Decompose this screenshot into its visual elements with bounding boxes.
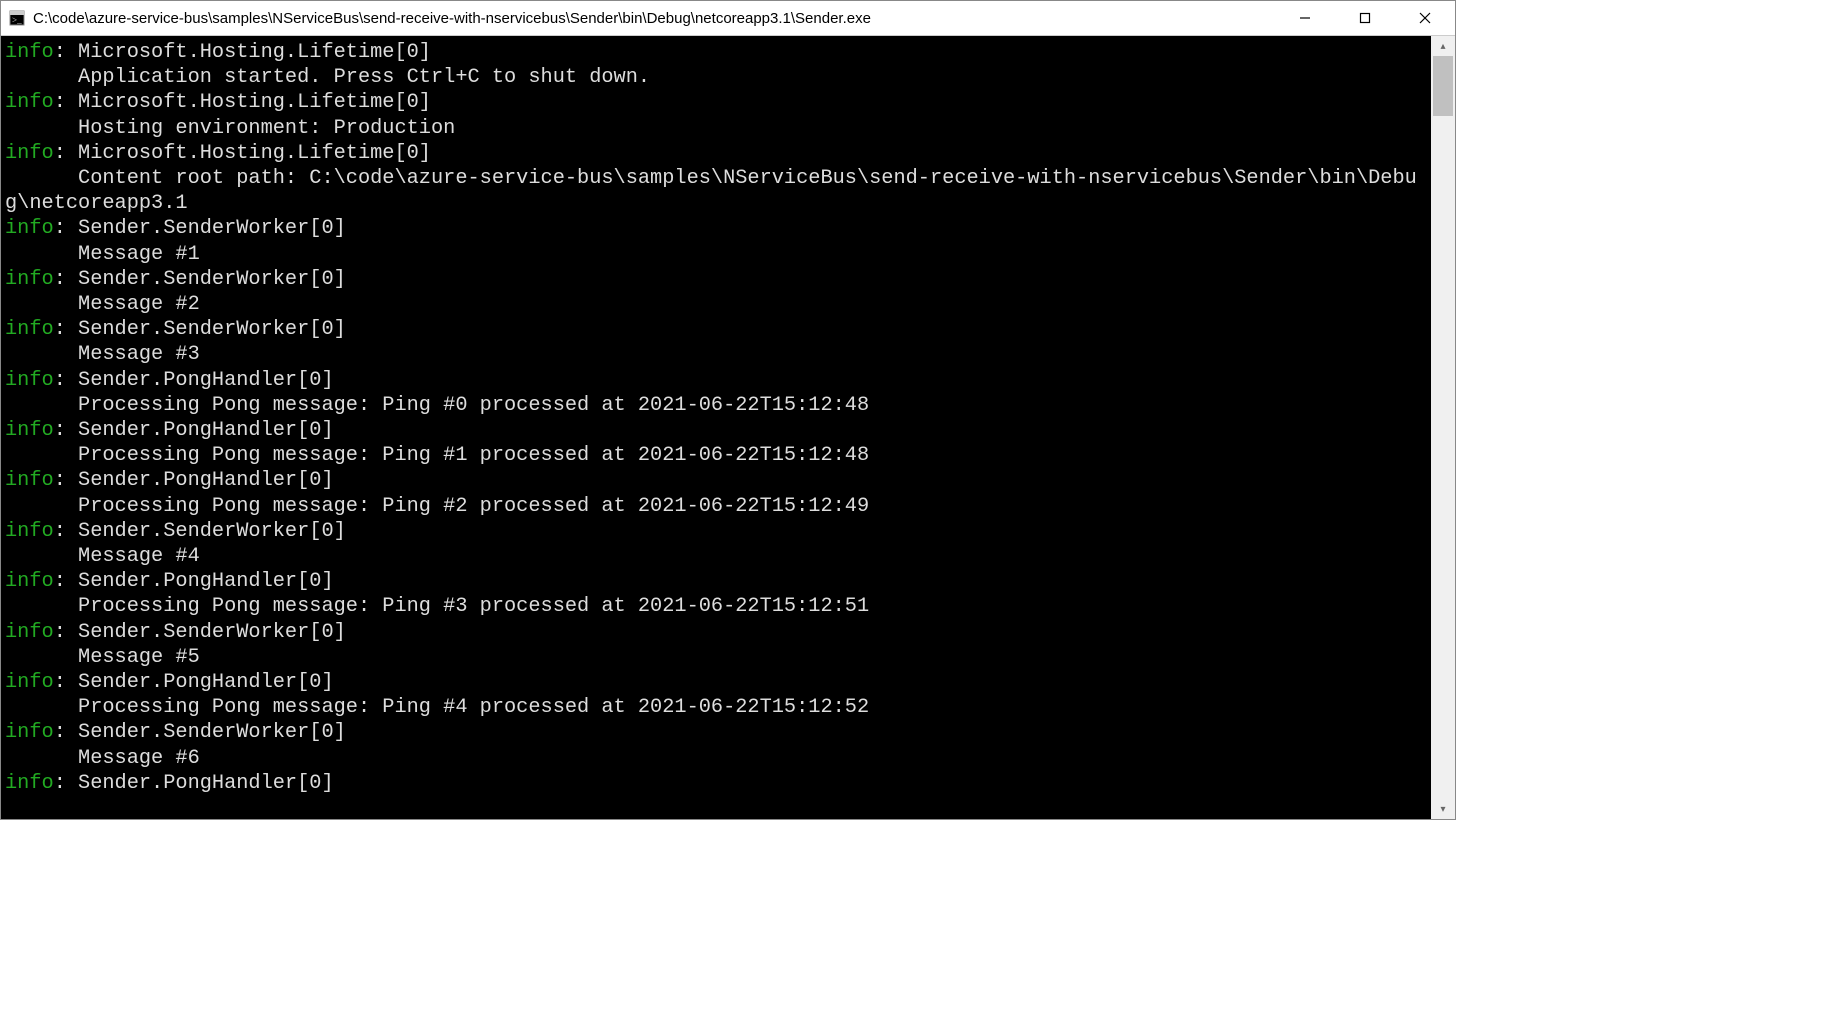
scroll-down-button[interactable]: ▾ <box>1431 799 1455 819</box>
log-line: info: Sender.SenderWorker[0] <box>5 317 1427 342</box>
scroll-up-button[interactable]: ▴ <box>1431 36 1455 56</box>
log-level: info <box>5 721 54 744</box>
close-icon <box>1419 12 1431 24</box>
close-button[interactable] <box>1395 1 1455 35</box>
log-line: info: Sender.PongHandler[0] <box>5 368 1427 393</box>
chevron-down-icon: ▾ <box>1440 804 1445 815</box>
log-source: : Sender.PongHandler[0] <box>54 419 334 442</box>
svg-text:>_: >_ <box>12 15 22 25</box>
log-source: : Sender.SenderWorker[0] <box>54 520 346 543</box>
log-level: info <box>5 91 54 114</box>
log-body: Hosting environment: Production <box>5 116 1427 141</box>
log-line: info: Sender.PongHandler[0] <box>5 569 1427 594</box>
log-level: info <box>5 41 54 64</box>
console-window: >_ C:\code\azure-service-bus\samples\NSe… <box>0 0 1456 820</box>
titlebar[interactable]: >_ C:\code\azure-service-bus\samples\NSe… <box>1 1 1455 36</box>
log-source: : Sender.PongHandler[0] <box>54 369 334 392</box>
log-source: : Sender.SenderWorker[0] <box>54 268 346 291</box>
chevron-up-icon: ▴ <box>1440 41 1445 52</box>
log-source: : Microsoft.Hosting.Lifetime[0] <box>54 91 431 114</box>
minimize-button[interactable] <box>1275 1 1335 35</box>
log-line: info: Microsoft.Hosting.Lifetime[0] <box>5 40 1427 65</box>
log-source: : Microsoft.Hosting.Lifetime[0] <box>54 142 431 165</box>
log-level: info <box>5 217 54 240</box>
vertical-scrollbar[interactable]: ▴ ▾ <box>1431 36 1455 819</box>
scroll-thumb[interactable] <box>1433 56 1453 116</box>
log-body: Processing Pong message: Ping #2 process… <box>5 494 1427 519</box>
log-line: info: Sender.SenderWorker[0] <box>5 620 1427 645</box>
minimize-icon <box>1299 12 1311 24</box>
log-level: info <box>5 772 54 795</box>
maximize-icon <box>1359 12 1371 24</box>
log-line: info: Sender.PongHandler[0] <box>5 418 1427 443</box>
log-body: Message #4 <box>5 544 1427 569</box>
log-body: Processing Pong message: Ping #3 process… <box>5 594 1427 619</box>
log-line: info: Sender.PongHandler[0] <box>5 771 1427 796</box>
log-source: : Sender.PongHandler[0] <box>54 772 334 795</box>
log-body: Processing Pong message: Ping #1 process… <box>5 443 1427 468</box>
log-body: Content root path: C:\code\azure-service… <box>5 166 1427 216</box>
log-level: info <box>5 520 54 543</box>
log-line: info: Sender.SenderWorker[0] <box>5 720 1427 745</box>
log-body: Processing Pong message: Ping #0 process… <box>5 393 1427 418</box>
log-level: info <box>5 419 54 442</box>
log-source: : Sender.PongHandler[0] <box>54 570 334 593</box>
log-body: Message #2 <box>5 292 1427 317</box>
log-body: Message #6 <box>5 746 1427 771</box>
log-level: info <box>5 369 54 392</box>
app-icon: >_ <box>9 10 25 26</box>
log-level: info <box>5 469 54 492</box>
log-source: : Sender.PongHandler[0] <box>54 469 334 492</box>
log-level: info <box>5 671 54 694</box>
log-line: info: Sender.SenderWorker[0] <box>5 216 1427 241</box>
log-body: Message #3 <box>5 342 1427 367</box>
log-line: info: Sender.PongHandler[0] <box>5 670 1427 695</box>
log-line: info: Sender.SenderWorker[0] <box>5 267 1427 292</box>
scroll-track[interactable] <box>1431 56 1455 799</box>
log-line: info: Microsoft.Hosting.Lifetime[0] <box>5 141 1427 166</box>
log-level: info <box>5 268 54 291</box>
log-source: : Sender.SenderWorker[0] <box>54 318 346 341</box>
console-client-area: info: Microsoft.Hosting.Lifetime[0] Appl… <box>1 36 1455 819</box>
log-source: : Microsoft.Hosting.Lifetime[0] <box>54 41 431 64</box>
log-level: info <box>5 318 54 341</box>
log-line: info: Sender.PongHandler[0] <box>5 468 1427 493</box>
log-level: info <box>5 142 54 165</box>
log-source: : Sender.PongHandler[0] <box>54 671 334 694</box>
window-controls <box>1275 1 1455 35</box>
log-line: info: Sender.SenderWorker[0] <box>5 519 1427 544</box>
log-body: Application started. Press Ctrl+C to shu… <box>5 65 1427 90</box>
log-line: info: Microsoft.Hosting.Lifetime[0] <box>5 90 1427 115</box>
log-level: info <box>5 621 54 644</box>
console-output[interactable]: info: Microsoft.Hosting.Lifetime[0] Appl… <box>1 36 1431 819</box>
window-title: C:\code\azure-service-bus\samples\NServi… <box>33 10 1275 27</box>
log-body: Message #5 <box>5 645 1427 670</box>
log-body: Processing Pong message: Ping #4 process… <box>5 695 1427 720</box>
log-level: info <box>5 570 54 593</box>
log-body: Message #1 <box>5 242 1427 267</box>
log-source: : Sender.SenderWorker[0] <box>54 721 346 744</box>
maximize-button[interactable] <box>1335 1 1395 35</box>
log-source: : Sender.SenderWorker[0] <box>54 621 346 644</box>
log-source: : Sender.SenderWorker[0] <box>54 217 346 240</box>
